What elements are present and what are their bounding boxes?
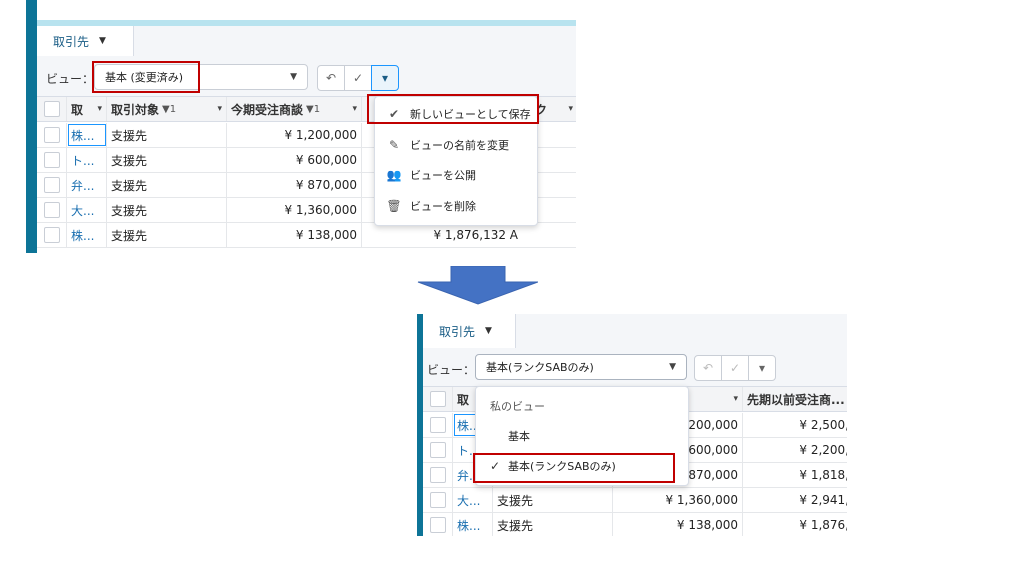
row-checkbox[interactable] (423, 438, 453, 462)
select-all-checkbox[interactable] (423, 387, 453, 411)
amount-cell: ¥ 1,360,000 (613, 488, 743, 512)
undo-button[interactable]: ↶ (694, 355, 722, 381)
account-name-link[interactable]: 大... (453, 488, 493, 512)
before-screenshot: 取引先 ▼ ビュー： 基本 (変更済み) ▼ ↶ ✓ ▾ 取 ▾ 取引対象 ▼1 ▾ … (26, 0, 576, 253)
row-checkbox[interactable] (37, 148, 67, 172)
save-check-button[interactable]: ✓ (344, 65, 372, 91)
select-all-checkbox[interactable] (37, 97, 67, 121)
amount-cell: ¥ 1,360,000 (227, 198, 362, 222)
account-name-link[interactable]: 株... (453, 513, 493, 536)
app-left-bar (26, 0, 37, 253)
account-name-link[interactable]: 株... (67, 223, 107, 247)
row-checkbox[interactable] (37, 223, 67, 247)
pencil-icon: ✎ (388, 138, 400, 152)
amount-cell: ¥ 1,200,000 (227, 123, 362, 147)
dropdown-group-header: 私のビュー (490, 400, 545, 413)
amount-cell: ¥ 870,000 (227, 173, 362, 197)
type-cell: 支援先 (107, 123, 227, 147)
down-arrow-icon (417, 266, 538, 305)
row-checkbox[interactable] (423, 488, 453, 512)
column-header[interactable]: 取▾ (67, 97, 107, 121)
chevron-down-icon[interactable]: ▼ (99, 36, 106, 46)
undo-button[interactable]: ↶ (317, 65, 345, 91)
account-name-link[interactable]: 株... (67, 123, 107, 147)
extra-cell: ¥ 1,876,132 A (433, 228, 518, 242)
app-top-strip (37, 0, 576, 26)
row-checkbox[interactable] (37, 198, 67, 222)
menu-item-publish-view[interactable]: 👥 ビューを公開 (375, 160, 537, 190)
people-icon: 👥 (386, 168, 402, 182)
filter-icon: ▼1 (162, 103, 177, 115)
prev-amount-cell: ¥ 2,200, (799, 443, 847, 457)
menu-item-rename-view[interactable]: ✎ ビューの名前を変更 (375, 130, 537, 160)
account-name-link[interactable]: 大... (67, 198, 107, 222)
view-action-buttons: ↶ ✓ ▾ (694, 355, 776, 381)
column-header[interactable]: 今期受注商談 ▼1 ▾ (227, 97, 362, 121)
row-checkbox[interactable] (37, 123, 67, 147)
tab-accounts[interactable]: 取引先 ▼ (37, 26, 134, 56)
trash-icon: 🗑 (386, 199, 402, 213)
tab-accounts[interactable]: 取引先 ▼ (423, 314, 516, 348)
highlight-save-as-new-view (367, 94, 539, 124)
type-cell: 支援先 (493, 513, 613, 536)
type-cell: 支援先 (107, 148, 227, 172)
filter-icon: ▼1 (306, 103, 321, 115)
account-name-link[interactable]: 弁... (67, 173, 107, 197)
dropdown-item-basic[interactable]: 基本 (476, 421, 688, 451)
account-name-link[interactable]: ト... (67, 148, 107, 172)
after-screenshot: 取引先 ▼ ビュー： 基本(ランクSABのみ) ▼ ↶ ✓ ▾ 取▾ ▼1▾ 先… (417, 314, 847, 536)
tab-label: 取引先 (439, 324, 476, 339)
more-actions-button[interactable]: ▾ (748, 355, 776, 381)
table-row[interactable]: 株... 支援先 ¥ 138,000 ¥ 1,876,132 A (37, 223, 576, 248)
type-cell: 支援先 (107, 198, 227, 222)
row-checkbox[interactable] (423, 463, 453, 487)
row-checkbox[interactable] (37, 173, 67, 197)
tab-label: 取引先 (53, 34, 90, 49)
highlight-selected-view (473, 453, 675, 483)
type-cell: 支援先 (493, 488, 613, 512)
menu-item-delete-view[interactable]: 🗑 ビューを削除 (375, 191, 537, 221)
prev-amount-cell: ¥ 2,500, (799, 418, 847, 432)
type-cell: 支援先 (107, 173, 227, 197)
prev-amount-cell: ¥ 2,941, (799, 493, 847, 507)
highlight-view-select (92, 61, 200, 93)
chevron-down-icon: ▼ (669, 362, 676, 372)
row-checkbox[interactable] (423, 513, 453, 536)
amount-cell: ¥ 138,000 (227, 223, 362, 247)
view-action-buttons: ↶ ✓ ▾ (317, 65, 399, 91)
view-select-value: 基本(ランクSABのみ) (486, 361, 594, 374)
row-checkbox[interactable] (423, 413, 453, 437)
more-actions-button[interactable]: ▾ (371, 65, 399, 91)
amount-cell: ¥ 600,000 (227, 148, 362, 172)
chevron-down-icon: ▼ (290, 72, 297, 82)
chevron-down-icon[interactable]: ▼ (485, 326, 492, 336)
table-row[interactable]: 株... 支援先 ¥ 138,000 ¥ 1,876, (423, 513, 847, 536)
type-cell: 支援先 (107, 223, 227, 247)
view-label: ビュー： (46, 72, 95, 86)
prev-amount-cell: ¥ 1,876, (799, 518, 847, 532)
table-row[interactable]: 大... 支援先 ¥ 1,360,000 ¥ 2,941, (423, 488, 847, 513)
prev-amount-cell: ¥ 1,818, (799, 468, 847, 482)
view-label: ビュー： (427, 363, 476, 377)
save-check-button[interactable]: ✓ (721, 355, 749, 381)
amount-cell: ¥ 138,000 (613, 513, 743, 536)
view-select[interactable]: 基本(ランクSABのみ) ▼ (475, 354, 687, 380)
column-header[interactable]: 取引対象 ▼1 ▾ (107, 97, 227, 121)
column-header[interactable]: 先期以前受注商... (743, 387, 847, 411)
